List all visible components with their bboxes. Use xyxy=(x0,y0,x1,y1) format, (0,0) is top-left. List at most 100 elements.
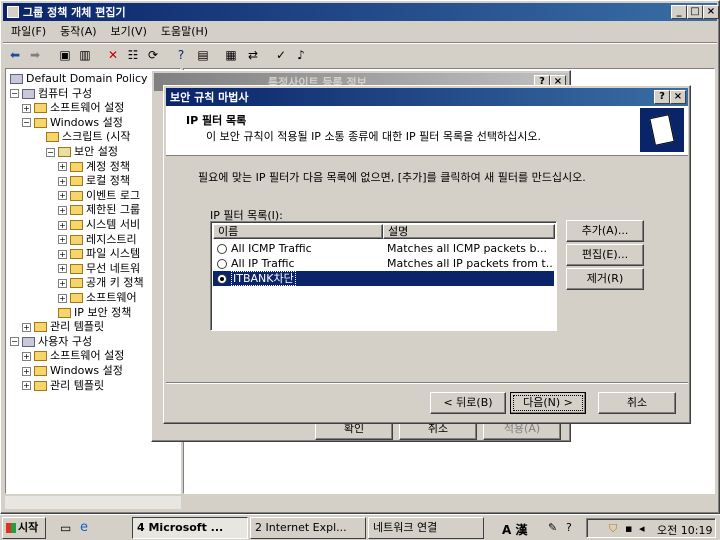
minimize-button[interactable]: _ xyxy=(671,5,687,19)
expand-icon[interactable]: + xyxy=(22,366,31,376)
tree-item[interactable]: + 레지스트리 xyxy=(58,232,137,247)
remove-filter-button[interactable]: 제거(R) xyxy=(566,268,644,290)
tree-item[interactable]: + 파일 시스템 xyxy=(58,246,140,261)
view-icon[interactable]: ▤ xyxy=(195,47,211,63)
filter-row[interactable]: All ICMP Traffic Matches all ICMP packets… xyxy=(213,241,554,256)
tree-item[interactable]: + 관리 템플릿 xyxy=(22,319,104,334)
main-titlebar[interactable]: 그룹 정책 개체 편집기 _ □ × xyxy=(3,3,719,21)
ime-help-icon[interactable]: ? xyxy=(566,521,572,534)
column-name-header[interactable]: 이름 xyxy=(213,224,383,239)
import-icon[interactable]: ⇄ xyxy=(245,47,261,63)
check-icon[interactable]: ✓ xyxy=(273,47,289,63)
show-tree-icon[interactable]: ▥ xyxy=(77,47,93,63)
policy-icon[interactable]: ▦ xyxy=(223,47,239,63)
refresh-icon[interactable]: ⟳ xyxy=(145,47,161,63)
filter-row[interactable]: All IP Traffic Matches all IP packets fro… xyxy=(213,256,554,271)
tree-item[interactable]: 스크립트 (시작 xyxy=(46,129,131,144)
collapse-icon[interactable]: − xyxy=(46,147,55,157)
tree-item[interactable]: − Windows 설정 xyxy=(22,115,123,130)
ime-indicator[interactable]: A 漢 xyxy=(502,521,527,538)
tool-icon[interactable]: ♪ xyxy=(293,47,309,63)
expand-icon[interactable]: + xyxy=(22,351,31,361)
tree-item[interactable]: + Windows 설정 xyxy=(22,363,123,378)
expand-icon[interactable]: + xyxy=(22,381,31,391)
expand-icon[interactable]: + xyxy=(58,191,67,201)
tree-item[interactable]: + 무선 네트워 xyxy=(58,261,140,276)
column-desc-header[interactable]: 설명 xyxy=(383,224,555,239)
menu-action[interactable]: 동작(A) xyxy=(60,23,96,41)
tree-item[interactable]: + 소프트웨어 설정 xyxy=(22,100,124,115)
ime-options-icon[interactable]: ✎ xyxy=(548,521,557,534)
footer-divider xyxy=(166,382,688,384)
tree-item[interactable]: − 사용자 구성 xyxy=(10,334,92,349)
tree-item[interactable]: + 시스템 서비 xyxy=(58,217,140,232)
tree-item[interactable]: + 계정 정책 xyxy=(58,159,130,174)
instruction-text: 필요에 맞는 IP 필터가 다음 목록에 없으면, [추가]를 클릭하여 새 필… xyxy=(198,171,586,184)
tree-item[interactable]: + 소프트웨어 xyxy=(58,290,137,305)
horizontal-scrollbar[interactable] xyxy=(5,495,181,509)
tree-item[interactable]: + 공개 키 정책 xyxy=(58,275,144,290)
close-button[interactable]: × xyxy=(703,5,719,19)
maximize-button[interactable]: □ xyxy=(687,5,703,19)
filter-row[interactable]: ITBANK차단 xyxy=(213,271,554,286)
expand-icon[interactable]: + xyxy=(58,278,67,288)
quicklaunch-ie-icon[interactable]: e xyxy=(80,520,88,535)
quicklaunch-desktop-icon[interactable]: ▭ xyxy=(60,521,71,535)
tray-network-icon[interactable]: ▪ xyxy=(625,522,632,535)
menu-bar: 파일(F) 동작(A) 보기(V) 도움말(H) xyxy=(3,23,717,41)
tree-item[interactable]: + 관리 템플릿 xyxy=(22,378,104,393)
expand-icon[interactable]: + xyxy=(58,205,67,215)
tree-item[interactable]: Default Domain Policy [I xyxy=(10,71,159,86)
filter-list[interactable]: 이름 설명 All ICMP Traffic Matches all ICMP p… xyxy=(210,221,557,331)
tray-volume-icon[interactable]: ◂ xyxy=(639,522,645,535)
collapse-icon[interactable]: − xyxy=(10,337,19,347)
up-folder-icon[interactable]: ▣ xyxy=(57,47,73,63)
wizard-close-button[interactable]: × xyxy=(670,90,686,104)
expand-icon[interactable]: + xyxy=(22,103,31,113)
expand-icon[interactable]: + xyxy=(58,293,67,303)
taskbar-item-ie[interactable]: 2 Internet Expl... xyxy=(250,517,366,539)
menu-file[interactable]: 파일(F) xyxy=(11,23,46,41)
collapse-icon[interactable]: − xyxy=(10,89,19,99)
cancel-button[interactable]: 취소 xyxy=(598,392,676,414)
taskbar-item-gpedit[interactable]: 4 Microsoft ... xyxy=(132,517,248,539)
tray-shield-icon[interactable]: ⛉ xyxy=(609,522,617,536)
tree-item[interactable]: IP 보안 정책 xyxy=(58,305,131,320)
properties-icon[interactable]: ☷ xyxy=(125,47,141,63)
tree-item[interactable]: + 제한된 그룹 xyxy=(58,202,140,217)
help-icon[interactable]: ? xyxy=(173,47,189,63)
filter-desc: Matches all ICMP packets b... xyxy=(387,242,547,255)
folder-icon xyxy=(58,147,71,157)
expand-icon[interactable]: + xyxy=(58,235,67,245)
wizard-titlebar[interactable]: 보안 규칙 마법사 ? × xyxy=(166,88,688,106)
taskbar-item-network[interactable]: 네트워크 연결 xyxy=(368,517,484,539)
expand-icon[interactable]: + xyxy=(58,264,67,274)
expand-icon[interactable]: + xyxy=(58,249,67,259)
expand-icon[interactable]: + xyxy=(58,162,67,172)
tree-item[interactable]: + 이벤트 로그 xyxy=(58,188,140,203)
tree-item[interactable]: + 로컬 정책 xyxy=(58,173,130,188)
tree-item[interactable]: + 소프트웨어 설정 xyxy=(22,348,124,363)
expand-icon[interactable]: + xyxy=(22,322,31,332)
back-button[interactable]: < 뒤로(B) xyxy=(430,392,506,414)
wizard-help-button[interactable]: ? xyxy=(654,90,670,104)
expand-icon[interactable]: + xyxy=(58,176,67,186)
back-arrow-icon[interactable]: ⬅ xyxy=(7,47,23,63)
menu-help[interactable]: 도움말(H) xyxy=(161,23,208,41)
add-filter-button[interactable]: 추가(A)... xyxy=(566,220,644,242)
tree-item[interactable]: − 컴퓨터 구성 xyxy=(10,86,92,101)
delete-icon[interactable]: ✕ xyxy=(105,47,121,63)
tree-item[interactable]: − 보안 설정 xyxy=(46,144,118,159)
edit-filter-button[interactable]: 편집(E)... xyxy=(566,244,644,266)
filter-radio[interactable] xyxy=(217,259,227,269)
menu-view[interactable]: 보기(V) xyxy=(111,23,147,41)
next-button[interactable]: 다음(N) > xyxy=(510,392,586,414)
expand-icon[interactable]: + xyxy=(58,220,67,230)
filter-radio[interactable] xyxy=(217,244,227,254)
forward-arrow-icon[interactable]: ➡ xyxy=(27,47,43,63)
filter-name: All IP Traffic xyxy=(231,257,295,270)
filter-radio[interactable] xyxy=(217,274,227,284)
tree-item-label: 소프트웨어 설정 xyxy=(50,349,125,363)
start-button[interactable]: 시작 xyxy=(2,517,46,539)
collapse-icon[interactable]: − xyxy=(22,118,31,128)
